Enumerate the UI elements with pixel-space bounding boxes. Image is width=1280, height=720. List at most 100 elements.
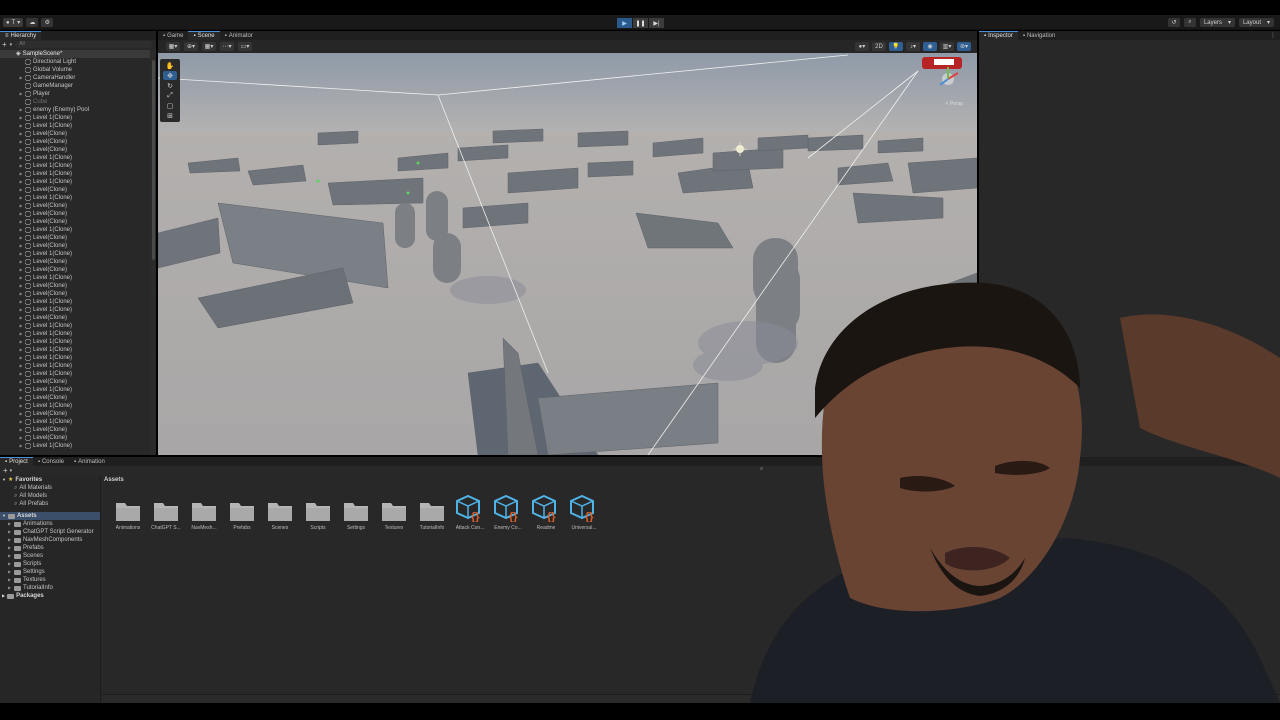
hierarchy-item[interactable]: ▶ Level 1(Clone): [0, 194, 150, 202]
favorites-header[interactable]: ▼ ★ Favorites: [0, 476, 100, 484]
play-button[interactable]: ▶: [617, 18, 632, 28]
folder-tree-item[interactable]: ▶ TutorialInfo: [0, 584, 100, 592]
2d-toggle[interactable]: 2D: [872, 42, 886, 51]
hierarchy-item[interactable]: ▶ Level 1(Clone): [0, 306, 150, 314]
scene-root-item[interactable]: ◈ SampleScene*: [0, 50, 150, 58]
favorites-item[interactable]: ⌕ All Models: [0, 492, 100, 500]
scrollbar-thumb[interactable]: [152, 60, 155, 260]
hierarchy-item[interactable]: ▶ Level 1(Clone): [0, 402, 150, 410]
folder-tree-item[interactable]: ▶ Prefabs: [0, 544, 100, 552]
hierarchy-item[interactable]: ▶ Level(Clone): [0, 186, 150, 194]
rect-tool-icon[interactable]: ▢: [163, 101, 177, 110]
hierarchy-item[interactable]: ▶ Level 1(Clone): [0, 154, 150, 162]
inspector-tab-inspector[interactable]: ▪ Inspector: [979, 31, 1018, 40]
hierarchy-item[interactable]: ▶ Level(Clone): [0, 378, 150, 386]
hierarchy-item[interactable]: ▶ Level 1(Clone): [0, 178, 150, 186]
effects-toggle[interactable]: ◉: [923, 42, 937, 51]
hierarchy-item[interactable]: ▶ Level 1(Clone): [0, 226, 150, 234]
asset-scriptable-object[interactable]: {} Enemy Co...: [489, 492, 527, 532]
chevron-down-icon[interactable]: ▾: [10, 42, 13, 48]
hierarchy-item[interactable]: ▶ Level 1(Clone): [0, 346, 150, 354]
hierarchy-item[interactable]: ▶ Level(Clone): [0, 138, 150, 146]
account-dropdown[interactable]: ● T ▾: [3, 18, 24, 27]
gizmos-toggle[interactable]: ⊛▾: [957, 42, 971, 51]
project-tab-animation[interactable]: ▪ Animation: [69, 457, 110, 466]
asset-scriptable-object[interactable]: {} Readme: [527, 492, 565, 532]
folder-tree-item[interactable]: ▶ Scripts: [0, 560, 100, 568]
project-tab-console[interactable]: ▪ Console: [33, 457, 69, 466]
hierarchy-item[interactable]: ▶ Level(Clone): [0, 130, 150, 138]
hierarchy-item[interactable]: Directional Light: [0, 58, 150, 66]
lighting-toggle[interactable]: 💡: [889, 42, 903, 51]
hierarchy-item[interactable]: ▶ Level(Clone): [0, 410, 150, 418]
hierarchy-item[interactable]: ▶ Level(Clone): [0, 258, 150, 266]
hierarchy-item[interactable]: ▶ Level 1(Clone): [0, 362, 150, 370]
hierarchy-item[interactable]: Cube: [0, 98, 150, 106]
add-icon[interactable]: +: [2, 40, 7, 49]
folder-tree-item[interactable]: ▶ Settings: [0, 568, 100, 576]
asset-folder[interactable]: NavMesh...: [185, 492, 223, 532]
hierarchy-item[interactable]: ▶ Level 1(Clone): [0, 338, 150, 346]
hierarchy-item[interactable]: ▶ Level(Clone): [0, 426, 150, 434]
search-icon[interactable]: ⌕: [1183, 18, 1196, 27]
hierarchy-item[interactable]: ▶ Level 1(Clone): [0, 274, 150, 282]
scene-tab-scene[interactable]: ▪ Scene: [188, 31, 220, 40]
render-mode-dropdown[interactable]: ▭▾: [238, 42, 252, 51]
audio-toggle[interactable]: ♪▾: [906, 42, 920, 51]
hierarchy-item[interactable]: ▶ Level(Clone): [0, 202, 150, 210]
folder-tree-item[interactable]: ▶ Textures: [0, 576, 100, 584]
hierarchy-item[interactable]: ▶ Level(Clone): [0, 146, 150, 154]
scale-tool-icon[interactable]: ⤢: [163, 91, 177, 100]
hierarchy-item[interactable]: ▶ Level(Clone): [0, 394, 150, 402]
hand-tool-dropdown[interactable]: ▦▾: [166, 42, 180, 51]
step-button[interactable]: ▶|: [649, 18, 664, 28]
hierarchy-scrollbar[interactable]: [151, 50, 156, 455]
pause-button[interactable]: ❚❚: [633, 18, 648, 28]
hierarchy-item[interactable]: ▶ Level(Clone): [0, 234, 150, 242]
folder-tree-item[interactable]: ▶ Animations: [0, 520, 100, 528]
add-icon[interactable]: +: [3, 466, 8, 475]
hierarchy-item[interactable]: ▶ Level 1(Clone): [0, 170, 150, 178]
hierarchy-item[interactable]: ▶ Level(Clone): [0, 434, 150, 442]
hierarchy-search-input[interactable]: All: [15, 41, 152, 48]
collab-icon[interactable]: ⚙: [41, 18, 54, 27]
favorites-item[interactable]: ⌕ All Prefabs: [0, 500, 100, 508]
hierarchy-item[interactable]: ▶ Level 1(Clone): [0, 354, 150, 362]
asset-folder[interactable]: Settings: [337, 492, 375, 532]
transform-tool-icon[interactable]: ⊞: [163, 111, 177, 120]
hierarchy-item[interactable]: ▶ Player: [0, 90, 150, 98]
layout-dropdown[interactable]: Layout ▾: [1238, 18, 1274, 27]
pivot-dropdown[interactable]: ⊕▾: [184, 42, 198, 51]
hierarchy-item[interactable]: Global Volume: [0, 66, 150, 74]
persp-label[interactable]: < Persp: [946, 101, 963, 107]
assets-root-item[interactable]: ▼ Assets: [0, 512, 100, 520]
scene-tab-game[interactable]: ▪ Game: [158, 31, 188, 40]
hierarchy-item[interactable]: ▶ Level(Clone): [0, 218, 150, 226]
hierarchy-item[interactable]: ▶ Level(Clone): [0, 282, 150, 290]
asset-folder[interactable]: Scripts: [299, 492, 337, 532]
layers-dropdown[interactable]: Layers ▾: [1199, 18, 1235, 27]
tab-hierarchy[interactable]: ≡ Hierarchy: [0, 31, 42, 40]
more-options-icon[interactable]: ⋮: [1270, 32, 1276, 39]
shading-dropdown[interactable]: ●▾: [855, 42, 869, 51]
hierarchy-item[interactable]: ▶ Level(Clone): [0, 242, 150, 250]
hierarchy-item[interactable]: ▶ Level(Clone): [0, 290, 150, 298]
hierarchy-item[interactable]: ▶ Level 1(Clone): [0, 322, 150, 330]
chevron-down-icon[interactable]: ▾: [10, 468, 13, 474]
folder-tree-item[interactable]: ▶ Scenes: [0, 552, 100, 560]
scene-tab-animator[interactable]: ▪ Animator: [220, 31, 258, 40]
increment-snap-dropdown[interactable]: ⋯▾: [220, 42, 234, 51]
breadcrumb[interactable]: Assets: [104, 477, 124, 483]
asset-folder[interactable]: Scenes: [261, 492, 299, 532]
hierarchy-item[interactable]: GameManager: [0, 82, 150, 90]
history-icon[interactable]: ↺: [1167, 18, 1180, 27]
hierarchy-item[interactable]: ▶ Level(Clone): [0, 210, 150, 218]
hierarchy-item[interactable]: ▶ Level 1(Clone): [0, 114, 150, 122]
folder-tree-item[interactable]: ▶ ChatGPT Script Generator: [0, 528, 100, 536]
hierarchy-item[interactable]: ▶ Level(Clone): [0, 266, 150, 274]
hidden-objects-toggle[interactable]: ▥▾: [940, 42, 954, 51]
hierarchy-item[interactable]: ▶ Level 1(Clone): [0, 442, 150, 450]
inspector-tab-navigation[interactable]: ▪ Navigation: [1018, 31, 1061, 40]
hierarchy-item[interactable]: ▶ Level 1(Clone): [0, 162, 150, 170]
cloud-icon[interactable]: ☁: [26, 18, 39, 27]
